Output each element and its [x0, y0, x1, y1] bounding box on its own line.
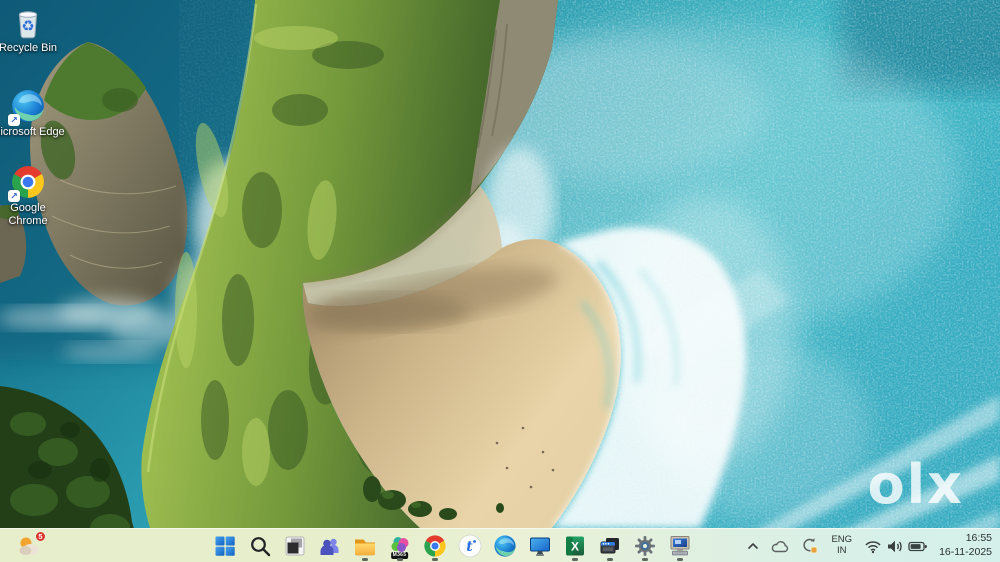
shortcut-arrow-icon: ↗ — [8, 190, 20, 202]
svg-text:♻: ♻ — [21, 18, 34, 35]
window-blue-titlebar-icon — [600, 538, 619, 554]
system-tray: ENG IN 16:55 16-11-2025 — [741, 529, 998, 562]
teams-button[interactable] — [313, 530, 346, 562]
computer-icon — [670, 536, 689, 556]
taskbar: 5 M365 t X ENG IN 16:55 16-11-2025 — [0, 528, 1000, 562]
sync-status-button[interactable] — [795, 531, 824, 561]
t-app-icon: t — [458, 534, 481, 558]
search-button[interactable] — [243, 530, 276, 562]
wifi-icon — [865, 540, 881, 553]
desktop-icon-label: Google Chrome — [8, 202, 48, 227]
quick-settings-button[interactable] — [859, 531, 933, 561]
people-icon — [320, 538, 338, 555]
svg-text:t: t — [466, 539, 473, 555]
edge-icon — [493, 535, 516, 557]
desktop-icon-label: Recycle Bin — [0, 42, 58, 54]
windows-logo-icon — [215, 536, 235, 556]
chrome-icon — [423, 535, 446, 557]
chrome-button[interactable] — [418, 530, 451, 562]
monitor-icon — [529, 537, 550, 556]
desktop: ♻ Recycle Bin ↗ Microsoft Edge — [0, 0, 1000, 562]
desktop-icon-google-chrome[interactable]: ↗ Google Chrome — [0, 164, 66, 228]
volume-icon — [888, 540, 902, 552]
edge-icon: ↗ — [8, 88, 46, 126]
my-computer-button[interactable] — [663, 530, 696, 562]
desktop-icon-label: Microsoft Edge — [0, 126, 65, 138]
app-window-icon — [285, 536, 304, 556]
olx-watermark: olx — [867, 453, 964, 516]
gear-icon — [634, 536, 655, 556]
widgets-notification-badge: 5 — [35, 531, 46, 542]
cloud-icon — [772, 540, 789, 552]
excel-button[interactable]: X — [558, 530, 591, 562]
chrome-icon: ↗ — [8, 164, 46, 202]
microsoft-365-button[interactable]: M365 — [383, 530, 416, 562]
desktop-icon-microsoft-edge[interactable]: ↗ Microsoft Edge — [0, 88, 66, 139]
edge-button[interactable] — [488, 530, 521, 562]
clock[interactable]: 16:55 16-11-2025 — [933, 531, 998, 561]
excel-icon: X — [565, 536, 584, 556]
clock-time: 16:55 — [965, 532, 992, 545]
language-indicator[interactable]: ENG IN — [824, 531, 859, 561]
app-window-button[interactable] — [278, 530, 311, 562]
shortcut-arrow-icon: ↗ — [8, 114, 20, 126]
sync-icon — [803, 538, 818, 554]
desktop-icon-recycle-bin[interactable]: ♻ Recycle Bin — [0, 4, 66, 55]
svg-text:X: X — [570, 540, 578, 554]
onedrive-button[interactable] — [765, 531, 795, 561]
settings-button[interactable] — [628, 530, 661, 562]
monitor-app-button[interactable] — [523, 530, 556, 562]
chevron-up-icon — [748, 543, 759, 549]
widgets-button[interactable]: 5 — [6, 530, 52, 562]
file-explorer-button[interactable] — [348, 530, 381, 562]
recycle-bin-icon: ♻ — [10, 4, 46, 40]
tray-overflow-button[interactable] — [741, 531, 765, 561]
search-icon — [250, 537, 270, 557]
t-app-button[interactable]: t — [453, 530, 486, 562]
remote-window-button[interactable] — [593, 530, 626, 562]
taskbar-app-row: M365 t X — [208, 529, 696, 562]
language-line2: IN — [837, 545, 847, 556]
wallpaper-image — [0, 0, 1000, 562]
clock-date: 16-11-2025 — [939, 546, 992, 558]
battery-icon — [908, 541, 927, 551]
start-button[interactable] — [208, 530, 241, 562]
folder-icon — [354, 539, 375, 556]
